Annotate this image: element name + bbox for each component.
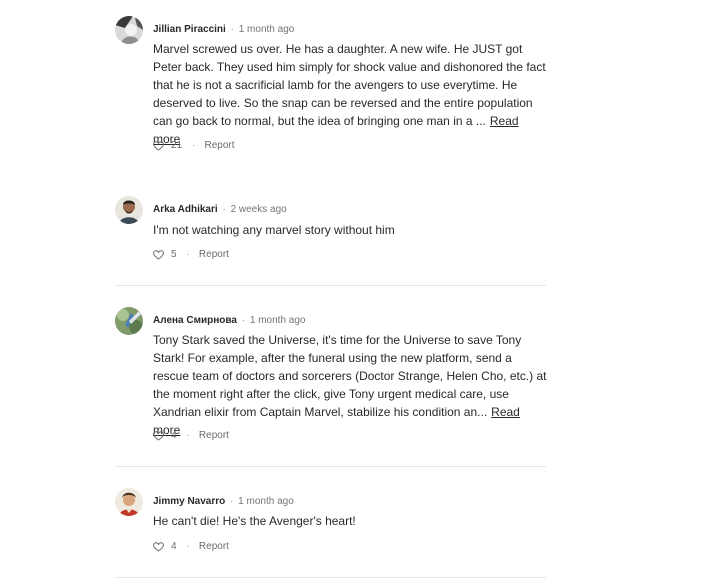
comment-meta: Алена Смирнова · 1 month ago xyxy=(153,315,306,327)
like-count: 21 xyxy=(171,140,183,151)
comment-text: Tony Stark saved the Universe, it's time… xyxy=(153,333,547,419)
like-count: 4 xyxy=(171,430,177,441)
comment-divider xyxy=(115,285,546,286)
comment-body: He can't die! He's the Avenger's heart! xyxy=(153,512,548,530)
action-separator: · xyxy=(192,140,196,151)
comment-divider xyxy=(115,466,546,467)
heart-outline-icon[interactable] xyxy=(153,141,164,151)
avatar[interactable] xyxy=(115,16,143,44)
avatar[interactable] xyxy=(115,488,143,516)
comment-divider xyxy=(115,577,546,578)
comment-time: 1 month ago xyxy=(238,496,294,507)
report-link[interactable]: Report xyxy=(199,249,229,261)
comment-time: 2 weeks ago xyxy=(230,204,287,215)
comment-body: I'm not watching any marvel story withou… xyxy=(153,221,548,239)
heart-outline-icon[interactable] xyxy=(153,431,164,441)
action-separator: · xyxy=(186,541,190,552)
meta-separator: · xyxy=(222,204,226,215)
author-name[interactable]: Arka Adhikari xyxy=(153,204,218,215)
meta-separator: · xyxy=(241,315,246,326)
comment-meta: Jillian Piraccini · 1 month ago xyxy=(153,24,294,36)
comment-text: He can't die! He's the Avenger's heart! xyxy=(153,514,356,528)
comment: Jillian Piraccini · 1 month ago Marvel s… xyxy=(115,16,546,166)
comment-meta: Arka Adhikari · 2 weeks ago xyxy=(153,204,287,216)
heart-outline-icon[interactable] xyxy=(153,542,164,552)
avatar[interactable] xyxy=(115,196,143,224)
comment-actions: 4 · Report xyxy=(153,541,229,553)
meta-separator: · xyxy=(230,24,234,35)
comment-text: I'm not watching any marvel story withou… xyxy=(153,223,395,237)
like-count: 4 xyxy=(171,541,177,552)
report-link[interactable]: Report xyxy=(199,430,229,442)
comment-meta: Jimmy Navarro · 1 month ago xyxy=(153,496,294,508)
like-count: 5 xyxy=(171,249,177,260)
action-separator: · xyxy=(186,430,190,441)
comment-body: Tony Stark saved the Universe, it's time… xyxy=(153,331,548,439)
comment-actions: 5 · Report xyxy=(153,249,229,261)
comment-body: Marvel screwed us over. He has a daughte… xyxy=(153,40,548,148)
comment-text: Marvel screwed us over. He has a daughte… xyxy=(153,42,546,128)
comment-time: 1 month ago xyxy=(238,24,295,35)
action-separator: · xyxy=(186,249,190,260)
heart-outline-icon[interactable] xyxy=(153,250,164,260)
avatar[interactable] xyxy=(115,307,143,335)
meta-separator: · xyxy=(230,496,234,507)
comment-time: 1 month ago xyxy=(249,315,306,326)
comment-actions: 4 · Report xyxy=(153,430,229,442)
report-link[interactable]: Report xyxy=(199,541,229,553)
author-name[interactable]: Jillian Piraccini xyxy=(153,24,226,35)
comment: Arka Adhikari · 2 weeks ago I'm not watc… xyxy=(115,196,546,286)
comment: Алена Смирнова · 1 month ago Tony Stark … xyxy=(115,307,548,457)
report-link[interactable]: Report xyxy=(204,140,234,152)
comment-actions: 21 · Report xyxy=(153,140,234,152)
author-name[interactable]: Jimmy Navarro xyxy=(153,496,225,507)
author-name[interactable]: Алена Смирнова xyxy=(153,315,237,326)
comment: Jimmy Navarro · 1 month ago He can't die… xyxy=(115,488,546,568)
